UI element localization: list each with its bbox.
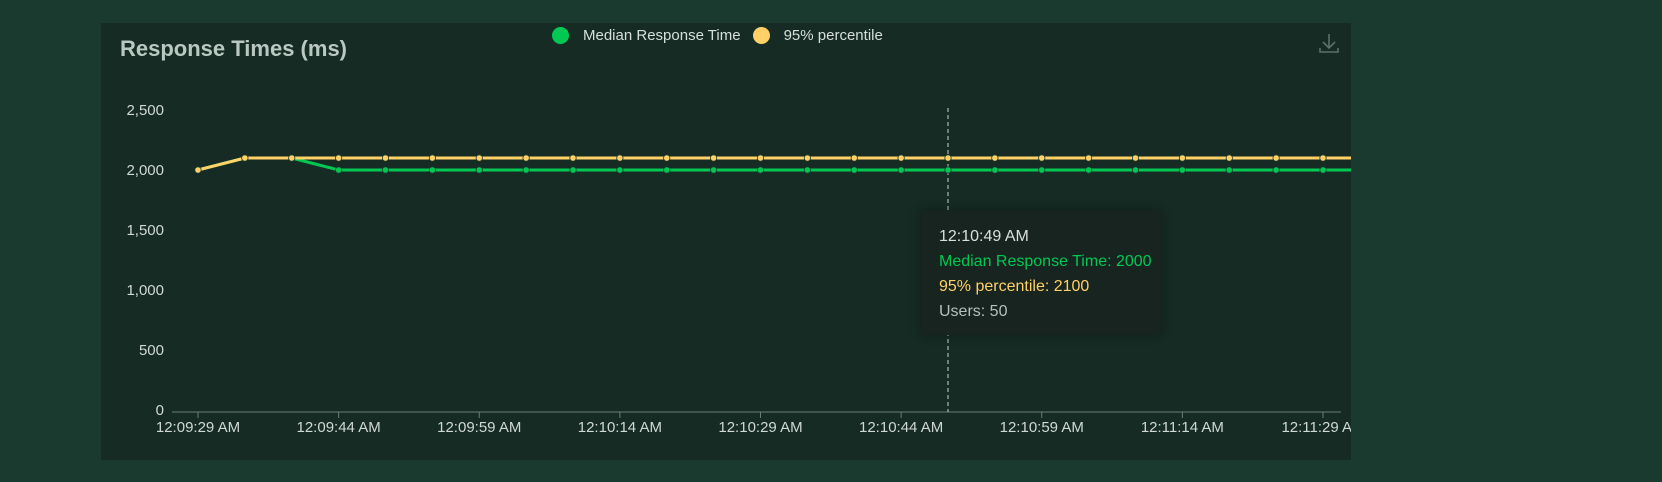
- tooltip-time: 12:10:49 AM: [939, 228, 1029, 245]
- y-tick-label: 2,500: [126, 102, 164, 119]
- data-point-median: [850, 166, 858, 174]
- data-point-p95: [1272, 154, 1280, 162]
- data-point-median: [710, 166, 718, 174]
- data-point-median: [803, 166, 811, 174]
- data-point-median: [991, 166, 999, 174]
- y-tick-label: 2,000: [126, 162, 164, 179]
- data-point-p95: [1085, 154, 1093, 162]
- tooltip-users: Users: 50: [939, 303, 1008, 320]
- data-point-p95: [756, 154, 765, 162]
- x-tick-label: 12:11:29 AM: [1281, 419, 1351, 436]
- data-point-median: [475, 166, 483, 174]
- data-point-p95: [944, 154, 952, 162]
- data-point-median: [1319, 166, 1327, 174]
- data-point-median: [522, 166, 530, 174]
- data-point-p95: [897, 154, 905, 162]
- x-tick-label: 12:10:14 AM: [578, 419, 662, 436]
- data-point-median: [897, 166, 905, 174]
- data-point-p95: [850, 154, 858, 162]
- data-point-median: [1038, 166, 1046, 174]
- y-tick-label: 1,000: [126, 282, 164, 299]
- data-point-median: [1085, 166, 1093, 174]
- data-point-median: [756, 166, 765, 174]
- data-point-median: [1178, 166, 1186, 174]
- data-point-p95: [522, 154, 530, 162]
- x-tick-label: 12:10:44 AM: [859, 419, 943, 436]
- data-point-p95: [288, 154, 296, 162]
- x-tick-label: 12:09:44 AM: [297, 419, 381, 436]
- data-point-median: [616, 166, 624, 174]
- data-point-median: [381, 166, 390, 174]
- data-point-p95: [991, 154, 999, 162]
- data-point-p95: [1131, 154, 1140, 162]
- data-point-median: [1225, 166, 1233, 174]
- data-point-p95: [1038, 154, 1046, 162]
- data-point-p95: [428, 154, 436, 162]
- data-point-median: [663, 166, 671, 174]
- data-point-p95: [335, 154, 343, 162]
- chart-plot-area: 0 500 1,000 1,500 2,000 2,500 12:09:29 AM 12:09…: [126, 102, 1351, 436]
- x-tick-label: 12:09:59 AM: [437, 419, 521, 436]
- x-tick-label: 12:09:29 AM: [156, 419, 240, 436]
- data-point-p95: [803, 154, 811, 162]
- data-point-p95: [381, 154, 390, 162]
- y-tick-label: 1,500: [126, 222, 164, 239]
- chart-tooltip: 12:10:49 AM Median Response Time: 2000 9…: [921, 210, 1161, 335]
- data-point-p95: [616, 154, 624, 162]
- y-tick-label: 500: [139, 342, 164, 359]
- x-tick-label: 12:11:14 AM: [1141, 419, 1224, 436]
- data-point-median: [428, 166, 436, 174]
- data-point-p95: [1319, 154, 1327, 162]
- data-point-p95: [1225, 154, 1233, 162]
- data-point-median: [1131, 166, 1140, 174]
- data-point-p95: [475, 154, 483, 162]
- series-line-median: [197, 156, 1351, 172]
- data-point-p95: [1178, 154, 1186, 162]
- tooltip-median: Median Response Time: 2000: [939, 253, 1152, 270]
- tooltip-p95: 95% percentile: 2100: [939, 278, 1090, 295]
- response-times-chart-panel: Response Times (ms) Median Response Time…: [101, 23, 1351, 460]
- data-point-p95: [569, 154, 577, 162]
- data-point-median: [335, 166, 343, 174]
- data-point-p95: [663, 154, 671, 162]
- x-tick-label: 12:10:59 AM: [1000, 419, 1084, 436]
- data-point-median: [1272, 166, 1280, 174]
- data-point-p95: [241, 154, 249, 162]
- series-line-p95: [197, 156, 1351, 172]
- data-point-median: [944, 166, 952, 174]
- data-point-p95: [194, 166, 202, 174]
- data-point-p95: [710, 154, 718, 162]
- x-tick-label: 12:10:29 AM: [718, 419, 802, 436]
- y-tick-label: 0: [156, 402, 164, 419]
- data-point-median: [569, 166, 577, 174]
